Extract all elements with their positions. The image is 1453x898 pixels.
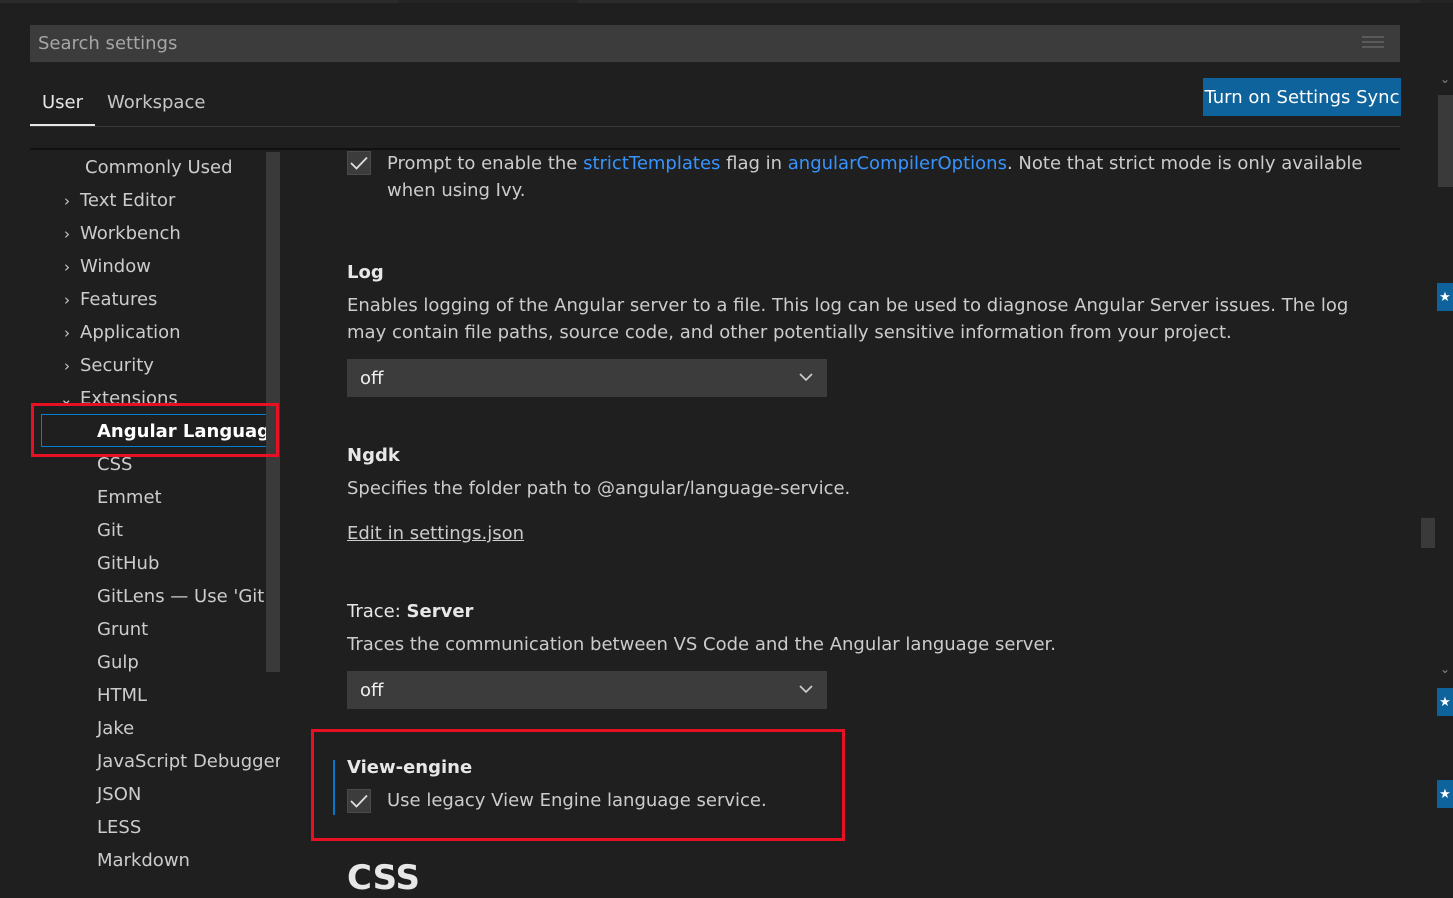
section-heading-css: CSS: [347, 858, 421, 898]
toc-item-security[interactable]: › Security: [64, 349, 154, 382]
toc-label: Security: [80, 355, 154, 376]
toc-label: JSON: [97, 784, 142, 805]
log-select-value: off: [360, 367, 384, 389]
toc-label: JavaScript Debugger: [97, 751, 280, 772]
toc-item-git[interactable]: Git: [97, 514, 123, 547]
strict-text-mid: flag in: [720, 153, 788, 174]
star-icon: ★: [1437, 283, 1453, 311]
toc-item-workbench[interactable]: › Workbench: [64, 217, 181, 250]
highlight-box-view-engine: [311, 729, 845, 841]
highlight-box-angular-toc: [31, 403, 279, 457]
chevron-right-icon: ›: [64, 258, 70, 276]
toc-item-markdown[interactable]: Markdown: [97, 844, 190, 877]
turn-on-settings-sync-button[interactable]: Turn on Settings Sync: [1203, 78, 1401, 116]
log-setting-description: Enables logging of the Angular server to…: [347, 295, 1349, 343]
star-icon: ★: [1437, 780, 1453, 808]
log-select[interactable]: off: [347, 359, 827, 397]
trace-select-value: off: [360, 679, 384, 701]
toc-label: Features: [80, 289, 158, 310]
tab-user[interactable]: User: [30, 84, 96, 126]
toc-label: Application: [80, 322, 181, 343]
toc-item-commonly-used[interactable]: Commonly Used: [85, 151, 233, 184]
toc-label: Window: [80, 256, 151, 277]
trace-server-setting-title: Trace: Server: [347, 601, 473, 622]
chevron-right-icon: ›: [64, 225, 70, 243]
toc-label: Gulp: [97, 652, 139, 673]
strict-templates-checkbox[interactable]: [347, 151, 371, 175]
filter-icon[interactable]: [1362, 35, 1384, 51]
toc-label: CSS: [97, 454, 133, 475]
toc-item-window[interactable]: › Window: [64, 250, 151, 283]
title-strip: [0, 0, 1453, 3]
search-settings-input[interactable]: Search settings: [30, 25, 1400, 62]
toc-label: Git: [97, 520, 124, 541]
chevron-right-icon: ›: [64, 357, 70, 375]
toc-label: Commonly Used: [85, 157, 233, 178]
editor-scrollbar[interactable]: [1436, 95, 1453, 882]
toc-item-less[interactable]: LESS: [97, 811, 141, 844]
toc-label: Text Editor: [80, 190, 176, 211]
chevron-down-icon[interactable]: ⌄: [1440, 662, 1450, 676]
settings-scope-tabs: User Workspace: [30, 84, 217, 126]
strict-text-before: Prompt to enable the: [387, 153, 584, 174]
chevron-right-icon: ›: [64, 291, 70, 309]
trace-server-setting-description: Traces the communication between VS Code…: [347, 634, 1056, 655]
toc-label: GitHub: [97, 553, 160, 574]
settings-scrollbar-thumb[interactable]: [1421, 518, 1435, 548]
star-icon: ★: [1437, 688, 1453, 716]
toc-label: GitLens — Use 'Git...: [97, 586, 280, 607]
toc-item-emmet[interactable]: Emmet: [97, 481, 162, 514]
chevron-down-icon: [799, 373, 813, 382]
chevron-down-icon: [799, 685, 813, 694]
chevron-right-icon: ›: [64, 324, 70, 342]
strict-templates-link[interactable]: strictTemplates: [583, 153, 720, 174]
toc-label: Jake: [97, 718, 135, 739]
chevron-right-icon: ›: [64, 192, 70, 210]
angular-compiler-options-link[interactable]: angularCompilerOptions: [788, 153, 1007, 174]
editor-scrollbar-thumb[interactable]: [1438, 95, 1453, 187]
edit-in-settings-json-link[interactable]: Edit in settings.json: [347, 523, 524, 544]
ngdk-setting-description: Specifies the folder path to @angular/la…: [347, 478, 851, 499]
toc-item-javascript-debugger[interactable]: JavaScript Debugger: [97, 745, 280, 778]
toc-label: HTML: [97, 685, 148, 706]
toc-item-text-editor[interactable]: › Text Editor: [64, 184, 175, 217]
toc-label: LESS: [97, 817, 142, 838]
toc-item-features[interactable]: › Features: [64, 283, 157, 316]
strict-templates-description: Prompt to enable the strictTemplates fla…: [387, 150, 1397, 204]
toc-item-gulp[interactable]: Gulp: [97, 646, 139, 679]
log-setting-title: Log: [347, 262, 384, 283]
toc-label: Workbench: [80, 223, 181, 244]
toc-label: Grunt: [97, 619, 149, 640]
toc-item-jake[interactable]: Jake: [97, 712, 134, 745]
settings-toc: Commonly Used › Text Editor › Workbench › W…: [30, 150, 280, 882]
toc-item-json[interactable]: JSON: [97, 778, 141, 811]
toc-item-grunt[interactable]: Grunt: [97, 613, 148, 646]
edit-link-text: Edit in settings.json: [347, 523, 525, 544]
toc-item-html[interactable]: HTML: [97, 679, 147, 712]
toc-item-application[interactable]: › Application: [64, 316, 181, 349]
toc-label: Emmet: [97, 487, 162, 508]
trace-category: Trace:: [347, 601, 407, 622]
trace-server-select[interactable]: off: [347, 671, 827, 709]
trace-title: Server: [406, 601, 474, 622]
chevron-down-icon[interactable]: ⌄: [1440, 72, 1450, 86]
tab-workspace[interactable]: Workspace: [95, 84, 217, 126]
check-icon: [350, 156, 368, 170]
toc-label: Markdown: [97, 850, 190, 871]
toc-item-github[interactable]: GitHub: [97, 547, 159, 580]
ngdk-setting-title: Ngdk: [347, 445, 400, 466]
search-placeholder: Search settings: [38, 33, 178, 54]
tabs-divider: [30, 126, 1400, 127]
toc-item-gitlens[interactable]: GitLens — Use 'Git...: [97, 580, 280, 613]
